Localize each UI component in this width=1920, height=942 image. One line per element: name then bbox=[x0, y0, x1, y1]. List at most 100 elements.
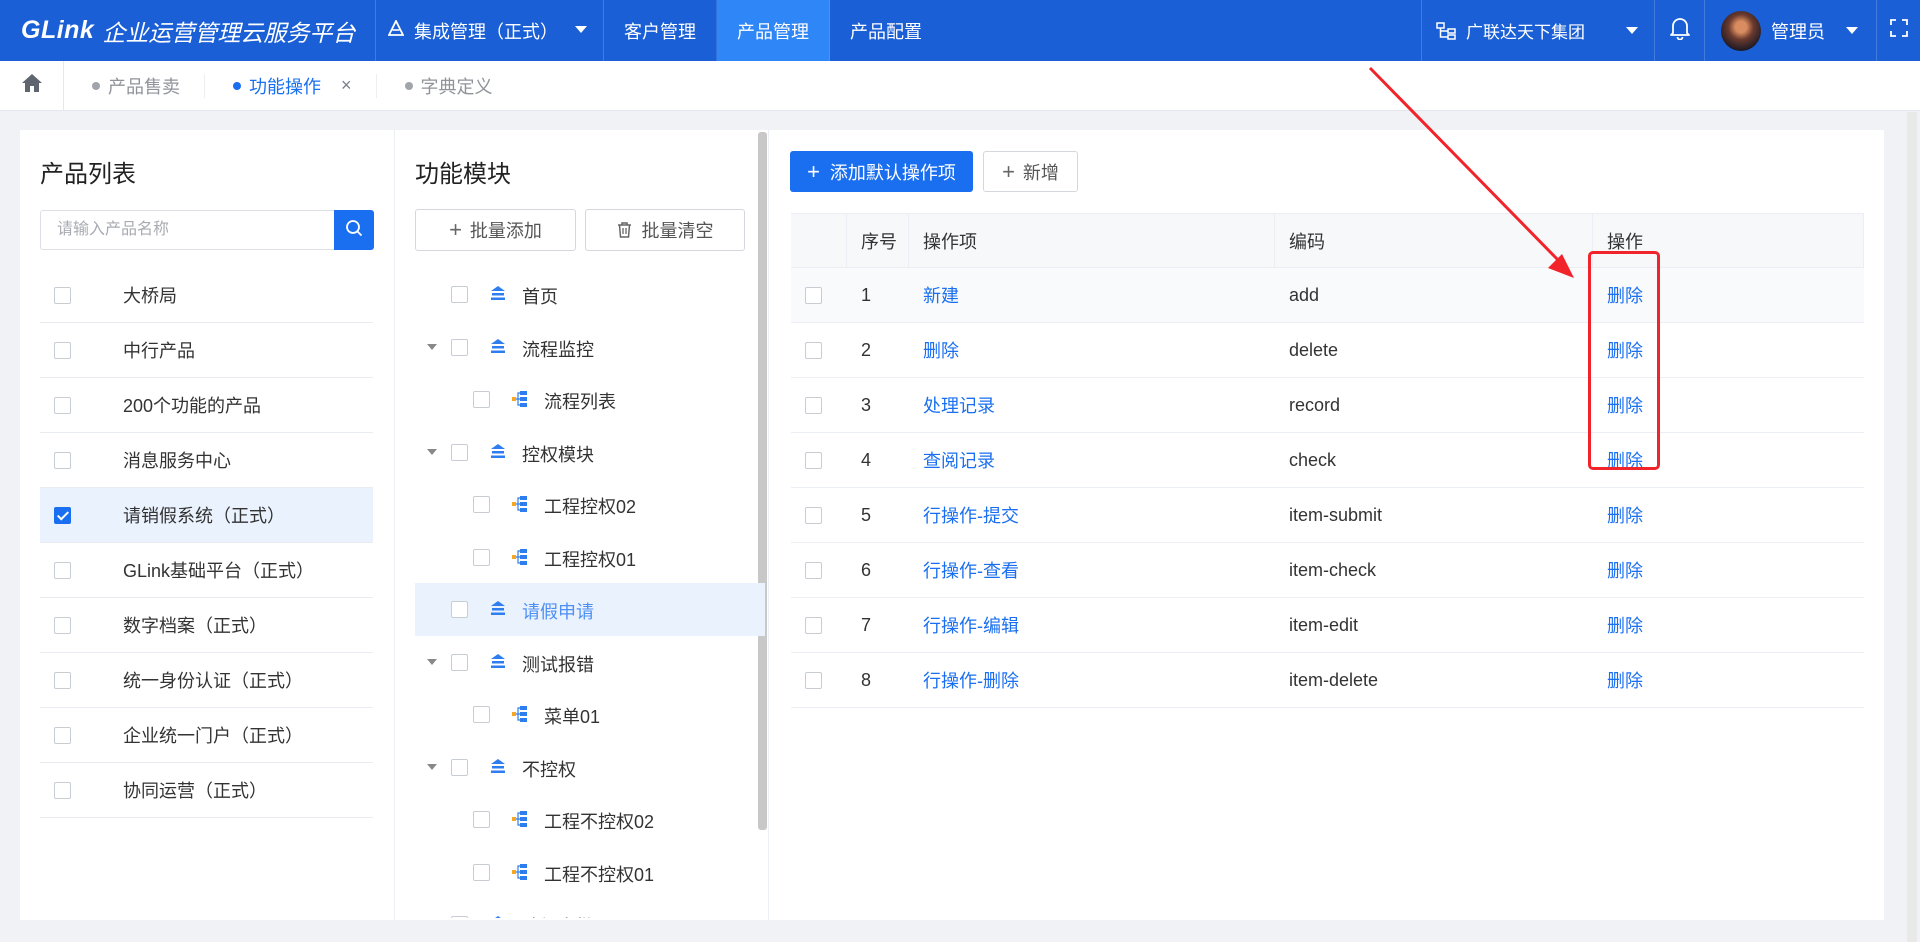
operation-name-link[interactable]: 行操作-提交 bbox=[909, 488, 1275, 542]
tree-node-checkbox[interactable] bbox=[451, 443, 468, 461]
product-list-item[interactable]: 企业统一门户（正式） bbox=[40, 708, 373, 763]
tree-node[interactable]: 不控权 bbox=[415, 741, 765, 794]
product-search-input[interactable] bbox=[40, 210, 336, 250]
row-number: 3 bbox=[861, 394, 872, 415]
delete-link[interactable]: 删除 bbox=[1593, 488, 1864, 542]
operation-name-link[interactable]: 行操作-编辑 bbox=[909, 598, 1275, 652]
page-scrollbar[interactable] bbox=[1907, 112, 1917, 942]
nav-tab-product-management[interactable]: 产品管理 bbox=[717, 0, 830, 61]
tree-node[interactable]: 菜单01 bbox=[415, 688, 765, 741]
notification-button[interactable] bbox=[1654, 0, 1704, 61]
avatar bbox=[1721, 10, 1761, 51]
tree-node-label: 流程监控 bbox=[522, 339, 594, 360]
tree-node-checkbox[interactable] bbox=[473, 863, 490, 881]
product-list-item[interactable]: 统一身份认证（正式） bbox=[40, 653, 373, 708]
product-list-item[interactable]: 200个功能的产品 bbox=[40, 378, 373, 433]
user-menu[interactable]: 管理员 bbox=[1704, 0, 1876, 61]
tree-node[interactable]: 工程控权01 bbox=[415, 531, 765, 584]
tree-node-checkbox[interactable] bbox=[451, 338, 468, 356]
tree-node[interactable]: 请假审批 bbox=[415, 898, 765, 918]
product-list-item[interactable]: 数字档案（正式） bbox=[40, 598, 373, 653]
operation-name-link[interactable]: 行操作-删除 bbox=[909, 653, 1275, 707]
row-checkbox[interactable] bbox=[805, 616, 822, 634]
product-list-item[interactable]: 协同运营（正式） bbox=[40, 763, 373, 818]
product-checkbox[interactable] bbox=[54, 451, 71, 469]
tree-node-checkbox[interactable] bbox=[473, 496, 490, 513]
tab-function-operation[interactable]: 功能操作 × bbox=[205, 73, 377, 98]
operation-name-link[interactable]: 处理记录 bbox=[909, 378, 1275, 432]
product-checkbox[interactable] bbox=[54, 616, 71, 634]
batch-clear-button[interactable]: 批量清空 bbox=[585, 209, 745, 251]
expand-arrow-icon[interactable] bbox=[427, 763, 437, 770]
product-checkbox[interactable] bbox=[54, 286, 71, 304]
product-checkbox[interactable] bbox=[54, 726, 71, 744]
product-list-item[interactable]: 中行产品 bbox=[40, 323, 373, 378]
row-checkbox[interactable] bbox=[805, 286, 822, 304]
tree-node[interactable]: 流程监控 bbox=[415, 321, 765, 374]
table-row: 5 行操作-提交 item-submit 删除 bbox=[791, 488, 1864, 543]
row-checkbox[interactable] bbox=[805, 561, 822, 579]
product-checkbox[interactable] bbox=[54, 671, 71, 689]
tree-node-checkbox[interactable] bbox=[473, 391, 490, 408]
tree-node-checkbox[interactable] bbox=[451, 758, 468, 776]
product-checkbox[interactable] bbox=[54, 781, 71, 799]
delete-link[interactable]: 删除 bbox=[1593, 598, 1864, 652]
delete-link[interactable]: 删除 bbox=[1593, 653, 1864, 707]
tree-node-checkbox[interactable] bbox=[473, 706, 490, 723]
row-checkbox[interactable] bbox=[805, 341, 822, 359]
row-checkbox[interactable] bbox=[805, 451, 822, 469]
tree-node-checkbox[interactable] bbox=[451, 286, 468, 303]
nav-tab-customer[interactable]: 客户管理 bbox=[604, 0, 717, 61]
tab-product-sale[interactable]: 产品售卖 bbox=[64, 73, 205, 98]
tree-node-checkbox[interactable] bbox=[451, 653, 468, 671]
operation-name-link[interactable]: 新建 bbox=[909, 268, 1275, 322]
product-checkbox[interactable] bbox=[54, 396, 71, 414]
tree-node-checkbox[interactable] bbox=[451, 916, 468, 918]
expand-arrow-icon[interactable] bbox=[427, 343, 437, 350]
tree-node[interactable]: 请假申请 bbox=[415, 583, 765, 636]
tree-node[interactable]: 测试报错 bbox=[415, 636, 765, 689]
row-checkbox[interactable] bbox=[805, 506, 822, 524]
fullscreen-button[interactable] bbox=[1876, 0, 1920, 61]
org-select[interactable]: 广联达天下集团 bbox=[1421, 0, 1654, 61]
operation-name-link[interactable]: 查阅记录 bbox=[909, 433, 1275, 487]
tree-node[interactable]: 工程不控权02 bbox=[415, 793, 765, 846]
product-checkbox[interactable] bbox=[54, 341, 71, 359]
annotation-highlight-box bbox=[1588, 251, 1660, 470]
panel-divider bbox=[394, 130, 395, 920]
add-default-operations-button[interactable]: + 添加默认操作项 bbox=[790, 151, 973, 192]
operation-name-link[interactable]: 行操作-查看 bbox=[909, 543, 1275, 597]
page-node-icon bbox=[511, 863, 529, 886]
tree-node[interactable]: 控权模块 bbox=[415, 426, 765, 479]
delete-link[interactable]: 删除 bbox=[1593, 543, 1864, 597]
search-button[interactable] bbox=[334, 210, 374, 250]
tree-node[interactable]: 首页 bbox=[415, 268, 765, 321]
tree-node[interactable]: 工程不控权01 bbox=[415, 846, 765, 899]
operation-name-link[interactable]: 删除 bbox=[909, 323, 1275, 377]
product-checkbox[interactable] bbox=[54, 561, 71, 579]
tree-node[interactable]: 工程控权02 bbox=[415, 478, 765, 531]
product-list-item[interactable]: GLink基础平台（正式） bbox=[40, 543, 373, 598]
add-operation-button[interactable]: + 新增 bbox=[983, 151, 1078, 192]
tree-node-checkbox[interactable] bbox=[473, 548, 490, 566]
system-select[interactable]: 集成管理（正式） bbox=[376, 0, 604, 61]
product-list-item[interactable]: 请销假系统（正式） bbox=[40, 488, 373, 543]
product-checkbox[interactable] bbox=[54, 506, 71, 524]
product-list-item[interactable]: 大桥局 bbox=[40, 268, 373, 323]
row-checkbox[interactable] bbox=[805, 671, 822, 689]
operation-code: check bbox=[1289, 449, 1337, 470]
tree-node-checkbox[interactable] bbox=[473, 811, 490, 828]
module-stack-icon bbox=[489, 285, 507, 306]
expand-arrow-icon[interactable] bbox=[427, 448, 437, 455]
batch-add-button[interactable]: + 批量添加 bbox=[415, 209, 576, 251]
tree-node-checkbox[interactable] bbox=[451, 601, 468, 618]
nav-tab-product-config[interactable]: 产品配置 bbox=[830, 0, 942, 61]
tab-dictionary[interactable]: 字典定义 bbox=[377, 74, 517, 98]
brand[interactable]: GLink 企业运营管理云服务平台 bbox=[0, 0, 376, 61]
row-checkbox[interactable] bbox=[805, 396, 822, 414]
home-button[interactable] bbox=[0, 60, 64, 111]
tree-node[interactable]: 流程列表 bbox=[415, 373, 765, 426]
product-list-item[interactable]: 消息服务中心 bbox=[40, 433, 373, 488]
expand-arrow-icon[interactable] bbox=[427, 658, 437, 665]
close-icon[interactable]: × bbox=[341, 75, 352, 96]
